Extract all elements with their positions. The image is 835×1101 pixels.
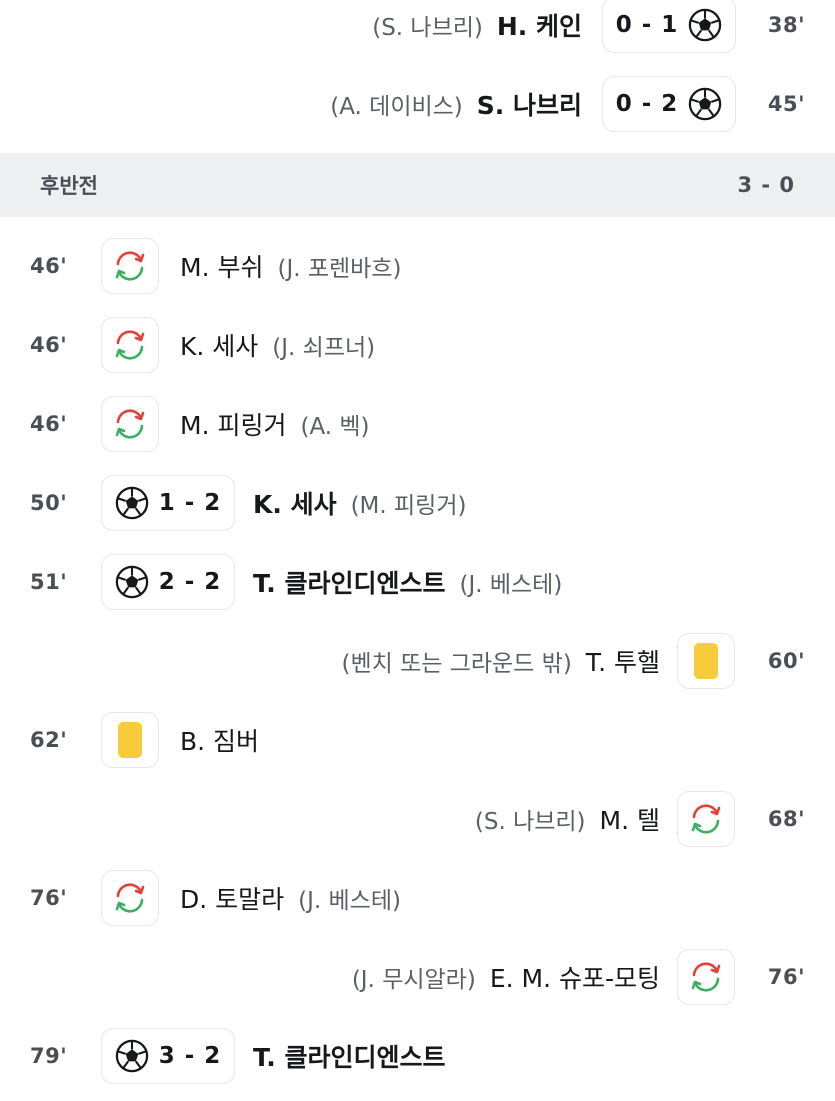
player-in-name: M. 텔 xyxy=(599,806,660,835)
goal-score: 0 - 2 xyxy=(615,91,679,117)
soccer-ball-icon xyxy=(115,565,148,599)
event-text: K. 세사 (M. 피링거) xyxy=(253,485,466,521)
event-row-substitution[interactable]: 76' D. 토말라 (J. 베스테) xyxy=(0,868,835,928)
assist-name: (M. 피링거) xyxy=(350,493,467,519)
yellow-card-icon xyxy=(118,722,142,758)
scorer-name: T. 클라인디엔스트 xyxy=(253,569,446,598)
player-name: B. 짐버 xyxy=(180,727,260,756)
substitution-badge xyxy=(101,238,159,294)
event-row-goal[interactable]: 51' 2 - 2 T. 클라인디엔스트 (J. 베스테) xyxy=(0,552,835,612)
event-minute: 46' xyxy=(30,254,68,278)
event-text: (S. 나브리) M. 텔 xyxy=(475,801,660,837)
player-in-name: M. 부쉬 xyxy=(180,253,264,282)
player-out-name: (S. 나브리) xyxy=(474,809,586,835)
event-row-goal[interactable]: (S. 나브리) H. 케인 0 - 1 38' xyxy=(0,0,835,55)
assist-name: (J. 베스테) xyxy=(459,572,563,598)
player-out-name: (J. 포렌바흐) xyxy=(277,256,402,282)
event-text: T. 클라인디엔스트 (J. 베스테) xyxy=(253,564,562,600)
event-minute: 50' xyxy=(30,491,68,515)
substitution-badge xyxy=(101,396,159,452)
event-text: K. 세사 (J. 쇠프너) xyxy=(180,327,375,363)
goal-badge: 0 - 2 xyxy=(602,76,736,132)
substitution-arrows-icon xyxy=(115,330,145,360)
substitution-badge xyxy=(101,317,159,373)
event-minute: 76' xyxy=(30,886,68,910)
event-minute: 76' xyxy=(767,965,805,989)
event-minute: 46' xyxy=(30,412,68,436)
event-row-yellow-card[interactable]: 62' B. 짐버 xyxy=(0,710,835,770)
event-text: T. 클라인디엔스트 xyxy=(253,1038,445,1074)
goal-badge: 2 - 2 xyxy=(101,554,235,610)
player-out-name: (J. 베스테) xyxy=(298,888,401,914)
scorer-name: H. 케인 xyxy=(496,12,582,41)
event-text: (A. 데이비스) S. 나브리 xyxy=(330,86,582,122)
player-in-name: M. 피링거 xyxy=(180,411,287,440)
scorer-name: S. 나브리 xyxy=(476,91,582,120)
soccer-ball-icon xyxy=(115,1039,148,1073)
soccer-ball-icon xyxy=(689,87,722,121)
card-note: (벤치 또는 그라운드 밖) xyxy=(341,651,572,677)
soccer-ball-icon xyxy=(689,8,722,42)
second-half-header: 후반전 3 - 0 xyxy=(0,153,835,217)
yellow-card-badge xyxy=(677,633,735,689)
event-minute: 62' xyxy=(30,728,68,752)
event-text: M. 부쉬 (J. 포렌바흐) xyxy=(180,248,401,284)
player-out-name: (A. 벡) xyxy=(300,414,370,440)
substitution-badge xyxy=(677,791,735,847)
event-minute: 38' xyxy=(767,13,805,37)
scorer-name: K. 세사 xyxy=(253,490,337,519)
event-text: M. 피링거 (A. 벡) xyxy=(180,406,370,442)
goal-score: 1 - 2 xyxy=(158,490,222,516)
player-in-name: K. 세사 xyxy=(180,332,259,361)
event-text: (J. 무시알라) E. M. 슈포-모팅 xyxy=(352,959,660,995)
scorer-name: T. 클라인디엔스트 xyxy=(253,1043,446,1072)
event-row-goal[interactable]: 50' 1 - 2 K. 세사 (M. 피링거) xyxy=(0,473,835,533)
yellow-card-badge xyxy=(101,712,159,768)
substitution-arrows-icon xyxy=(115,251,145,281)
player-out-name: (J. 쇠프너) xyxy=(272,335,376,361)
event-minute: 68' xyxy=(767,807,805,831)
substitution-arrows-icon xyxy=(691,804,721,834)
event-minute: 45' xyxy=(767,92,805,116)
yellow-card-icon xyxy=(694,643,718,679)
assist-name: (S. 나브리) xyxy=(372,15,483,41)
player-in-name: D. 토말라 xyxy=(180,885,285,914)
half-label: 후반전 xyxy=(40,174,98,198)
event-row-substitution[interactable]: 46' K. 세사 (J. 쇠프너) xyxy=(0,315,835,375)
event-row-goal[interactable]: 79' 3 - 2 T. 클라인디엔스트 xyxy=(0,1026,835,1086)
substitution-arrows-icon xyxy=(691,962,721,992)
event-row-yellow-card[interactable]: (벤치 또는 그라운드 밖) T. 투헬 60' xyxy=(0,631,835,691)
goal-badge: 1 - 2 xyxy=(101,475,235,531)
goal-badge: 0 - 1 xyxy=(602,0,736,53)
soccer-ball-icon xyxy=(115,486,148,520)
event-minute: 79' xyxy=(30,1044,68,1068)
goal-score: 0 - 1 xyxy=(615,12,679,38)
goal-score: 3 - 2 xyxy=(158,1043,222,1069)
assist-name: (A. 데이비스) xyxy=(330,94,463,120)
event-text: (벤치 또는 그라운드 밖) T. 투헬 xyxy=(341,643,660,679)
substitution-arrows-icon xyxy=(115,883,145,913)
event-text: D. 토말라 (J. 베스테) xyxy=(180,880,401,916)
event-row-substitution[interactable]: (S. 나브리) M. 텔 68' xyxy=(0,789,835,849)
player-name: T. 투헬 xyxy=(585,648,660,677)
event-row-substitution[interactable]: 46' M. 부쉬 (J. 포렌바흐) xyxy=(0,236,835,296)
substitution-badge xyxy=(677,949,735,1005)
event-minute: 51' xyxy=(30,570,68,594)
half-score: 3 - 0 xyxy=(737,173,795,197)
event-minute: 60' xyxy=(767,649,805,673)
goal-badge: 3 - 2 xyxy=(101,1028,235,1084)
substitution-badge xyxy=(101,870,159,926)
event-text: (S. 나브리) H. 케인 xyxy=(372,7,582,43)
event-row-goal[interactable]: (A. 데이비스) S. 나브리 0 - 2 45' xyxy=(0,74,835,134)
event-row-substitution[interactable]: 46' M. 피링거 (A. 벡) xyxy=(0,394,835,454)
player-in-name: E. M. 슈포-모팅 xyxy=(489,964,660,993)
goal-score: 2 - 2 xyxy=(158,569,222,595)
substitution-arrows-icon xyxy=(115,409,145,439)
event-minute: 46' xyxy=(30,333,68,357)
player-out-name: (J. 무시알라) xyxy=(351,967,476,993)
event-text: B. 짐버 xyxy=(180,722,259,758)
event-row-substitution[interactable]: (J. 무시알라) E. M. 슈포-모팅 76' xyxy=(0,947,835,1007)
